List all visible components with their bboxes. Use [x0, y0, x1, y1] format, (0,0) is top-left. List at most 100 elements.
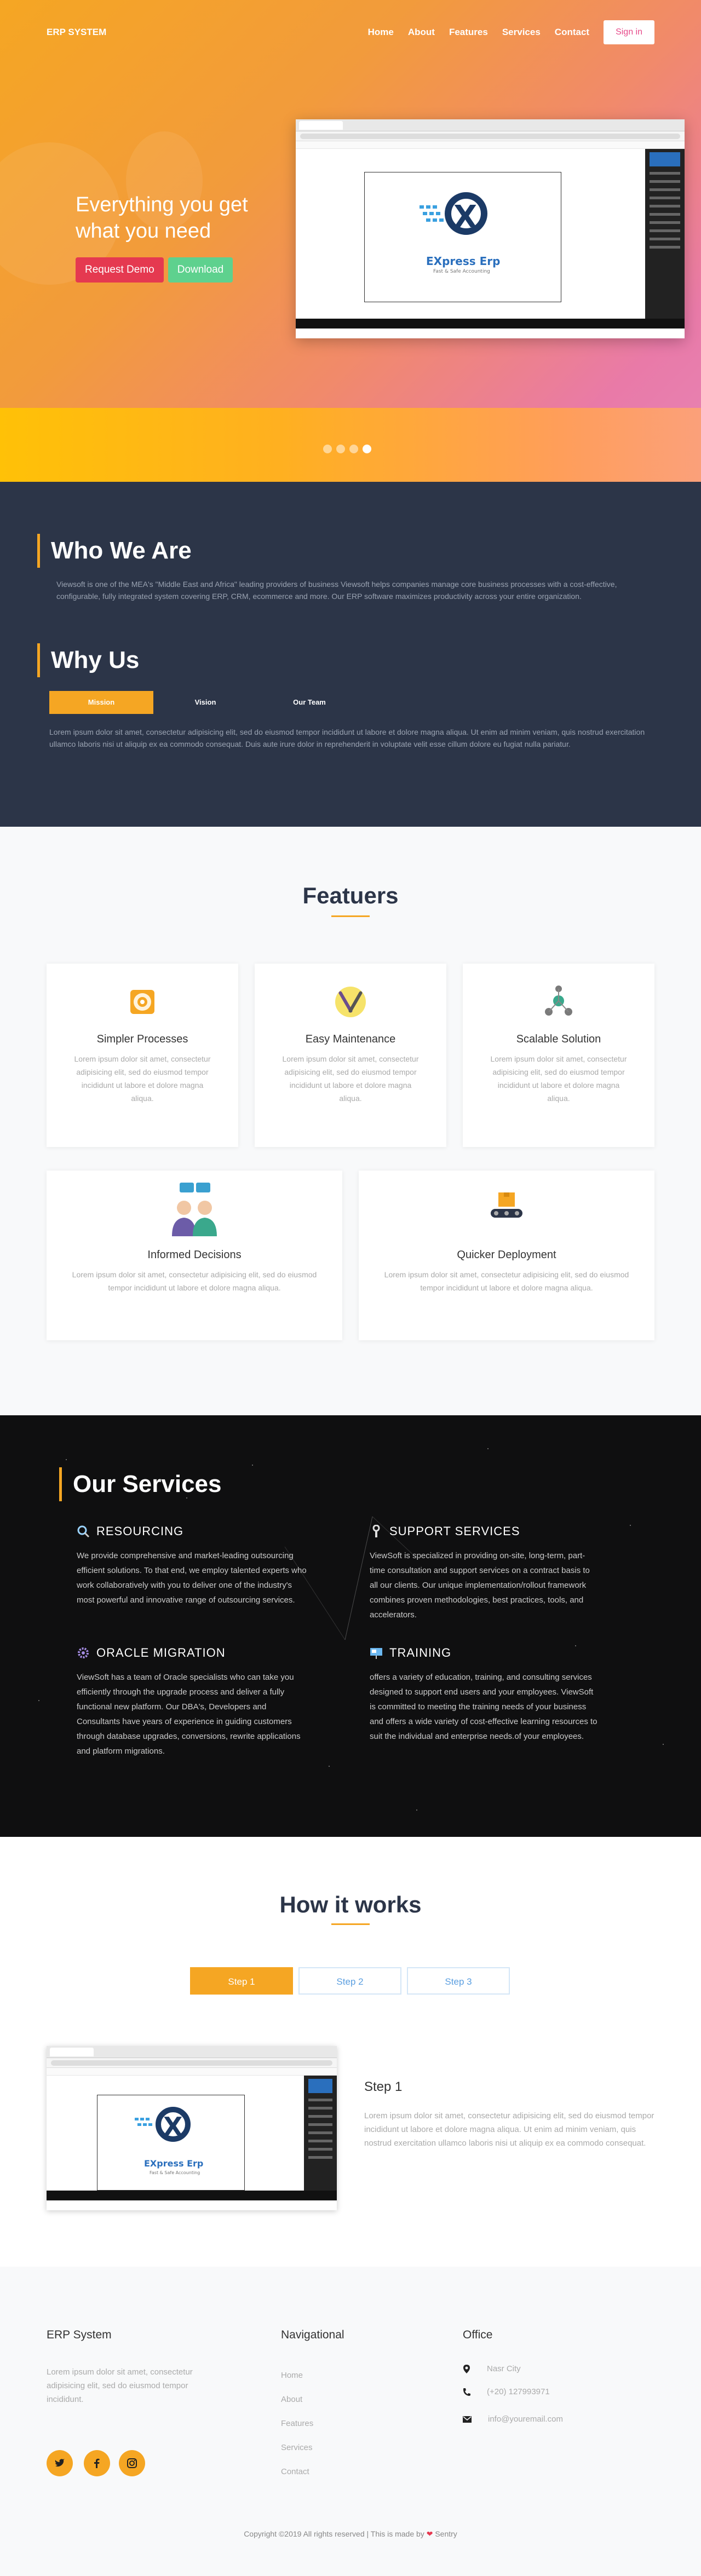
service-title: ORACLE MIGRATION	[96, 1646, 226, 1659]
nav-link-about[interactable]: About	[408, 27, 435, 38]
step-tabs: Step 1 Step 2 Step 3	[190, 1967, 510, 1995]
service-item: TRAINING offers a variety of education, …	[370, 1646, 600, 1744]
request-demo-button[interactable]: Request Demo	[76, 257, 164, 283]
nav-links: Home About Features Services Contact Sig…	[368, 20, 654, 44]
download-button[interactable]: Download	[168, 257, 233, 283]
step-tab-2[interactable]: Step 2	[298, 1967, 401, 1995]
feature-text: Lorem ipsum dolor sit amet, consectetur …	[72, 1270, 317, 1292]
twitter-icon	[55, 2459, 65, 2467]
footer-link-services[interactable]: Services	[281, 2443, 313, 2452]
step-tab-1[interactable]: Step 1	[190, 1967, 293, 1995]
how-title-underline	[331, 1923, 370, 1925]
feature-text: Lorem ipsum dolor sit amet, consectetur …	[282, 1054, 419, 1103]
carousel-dot-active[interactable]	[363, 445, 371, 453]
hero-section: ERP SYSTEM Home About Features Services …	[0, 0, 701, 482]
who-we-are-text: Viewsoft is one of the MEA's "Middle Eas…	[56, 580, 617, 601]
copyright-author[interactable]: Sentry	[435, 2529, 457, 2538]
features-title: Featuers	[302, 883, 399, 908]
feature-title: Quicker Deployment	[457, 1249, 556, 1261]
people-chat-icon	[172, 1183, 217, 1236]
feature-card: Simpler Processes Lorem ipsum dolor sit …	[47, 964, 238, 1147]
magnifier-icon	[77, 1525, 90, 1538]
svg-text:X: X	[453, 199, 477, 235]
twitter-button[interactable]	[47, 2450, 73, 2476]
express-erp-tagline: Fast & Safe Accounting	[433, 269, 490, 274]
conveyor-icon	[491, 1192, 522, 1218]
facebook-icon	[94, 2458, 100, 2468]
tab-our-team[interactable]: Our Team	[257, 691, 361, 714]
nav-link-features[interactable]: Features	[449, 27, 488, 38]
how-it-works-title: How it works	[279, 1892, 422, 1917]
feature-card: Quicker Deployment Lorem ipsum dolor sit…	[359, 1171, 654, 1340]
presentation-icon	[370, 1648, 382, 1659]
carousel-dot[interactable]	[336, 445, 345, 453]
signin-button[interactable]: Sign in	[604, 20, 654, 44]
services-heading: Our Services	[59, 1467, 222, 1501]
nav-link-contact[interactable]: Contact	[555, 27, 589, 38]
why-us-heading: Why Us	[37, 643, 139, 677]
nav-link-services[interactable]: Services	[502, 27, 541, 38]
service-text: ViewSoft is specialized in providing on-…	[370, 1551, 590, 1620]
contact-email: info@youremail.com	[463, 2414, 563, 2424]
carousel-dots	[323, 445, 371, 453]
service-item: ORACLE MIGRATION ViewSoft has a team of …	[77, 1646, 307, 1759]
service-title: TRAINING	[389, 1646, 452, 1659]
contact-address: Nasr City	[463, 2364, 521, 2373]
phone-text[interactable]: (+20) 127993971	[487, 2387, 550, 2396]
hero-screenshot: X EXpress Erp Fast & Safe Accounting	[296, 119, 685, 338]
site-logo[interactable]: ERP SYSTEM	[47, 27, 106, 38]
tab-mission[interactable]: Mission	[49, 691, 153, 714]
service-item: RESOURCING We provide comprehensive and …	[77, 1524, 307, 1607]
feature-text: Lorem ipsum dolor sit amet, consectetur …	[74, 1054, 211, 1103]
footer-office-title: Office	[463, 2329, 493, 2341]
svg-text:X: X	[163, 2112, 182, 2141]
express-erp-title: EXpress Erp	[426, 255, 501, 268]
footer-link-home[interactable]: Home	[281, 2371, 303, 2380]
facebook-button[interactable]	[84, 2450, 110, 2476]
features-title-underline	[331, 915, 370, 917]
feature-card: Informed Decisions Lorem ipsum dolor sit…	[47, 1171, 342, 1340]
service-text: offers a variety of education, training,…	[370, 1673, 597, 1741]
feature-title: Easy Maintenance	[305, 1033, 396, 1045]
service-title: SUPPORT SERVICES	[389, 1524, 520, 1538]
phone-icon	[463, 2388, 470, 2396]
step-tab-3[interactable]: Step 3	[407, 1967, 510, 1995]
feature-card: Scalable Solution Lorem ipsum dolor sit …	[463, 964, 654, 1147]
mock-bookmarks	[296, 141, 685, 149]
address-text: Nasr City	[487, 2364, 521, 2373]
instagram-icon	[127, 2458, 137, 2468]
tab-vision[interactable]: Vision	[153, 691, 257, 714]
why-us-tabs: Mission Vision Our Team	[49, 691, 361, 714]
footer-link-contact[interactable]: Contact	[281, 2467, 309, 2476]
footer-nav-title: Navigational	[281, 2329, 344, 2341]
express-erp-logo: X	[420, 192, 487, 235]
feature-title: Informed Decisions	[147, 1249, 242, 1261]
footer-link-about[interactable]: About	[281, 2395, 302, 2404]
carousel-dot[interactable]	[323, 445, 332, 453]
tab-content-text: Lorem ipsum dolor sit amet, consectetur …	[49, 728, 645, 748]
instagram-button[interactable]	[119, 2450, 145, 2476]
service-item: SUPPORT SERVICES ViewSoft is specialized…	[370, 1524, 600, 1622]
footer-about-text: Lorem ipsum dolor sit amet, consectetur …	[47, 2367, 193, 2404]
cog-icon	[78, 1647, 89, 1658]
gear-box-icon	[130, 990, 154, 1014]
mock-urlbar	[296, 131, 685, 141]
tools-icon	[335, 987, 366, 1017]
mock-tabbar	[296, 119, 685, 131]
feature-text: Lorem ipsum dolor sit amet, consectetur …	[490, 1054, 627, 1103]
carousel-dot[interactable]	[349, 445, 358, 453]
mock-taskbar	[296, 319, 685, 329]
email-text[interactable]: info@youremail.com	[488, 2414, 563, 2424]
express-erp-title: EXpress Erp	[144, 2158, 204, 2169]
navbar: ERP SYSTEM Home About Features Services …	[47, 19, 654, 46]
footer-link-features[interactable]: Features	[281, 2419, 313, 2428]
footer-about-title: ERP System	[47, 2329, 112, 2341]
express-erp-tagline: Fast & Safe Accounting	[150, 2170, 200, 2175]
service-title: RESOURCING	[96, 1524, 184, 1538]
hero-buttons: Request Demo Download	[76, 257, 233, 283]
step-screenshot: X EXpress Erp Fast & Safe Accounting	[47, 2046, 337, 2210]
step-title: Step 1	[364, 2079, 403, 2094]
nav-link-home[interactable]: Home	[368, 27, 394, 38]
contact-phone: (+20) 127993971	[463, 2387, 550, 2396]
step-text: Lorem ipsum dolor sit amet, consectetur …	[364, 2111, 654, 2148]
